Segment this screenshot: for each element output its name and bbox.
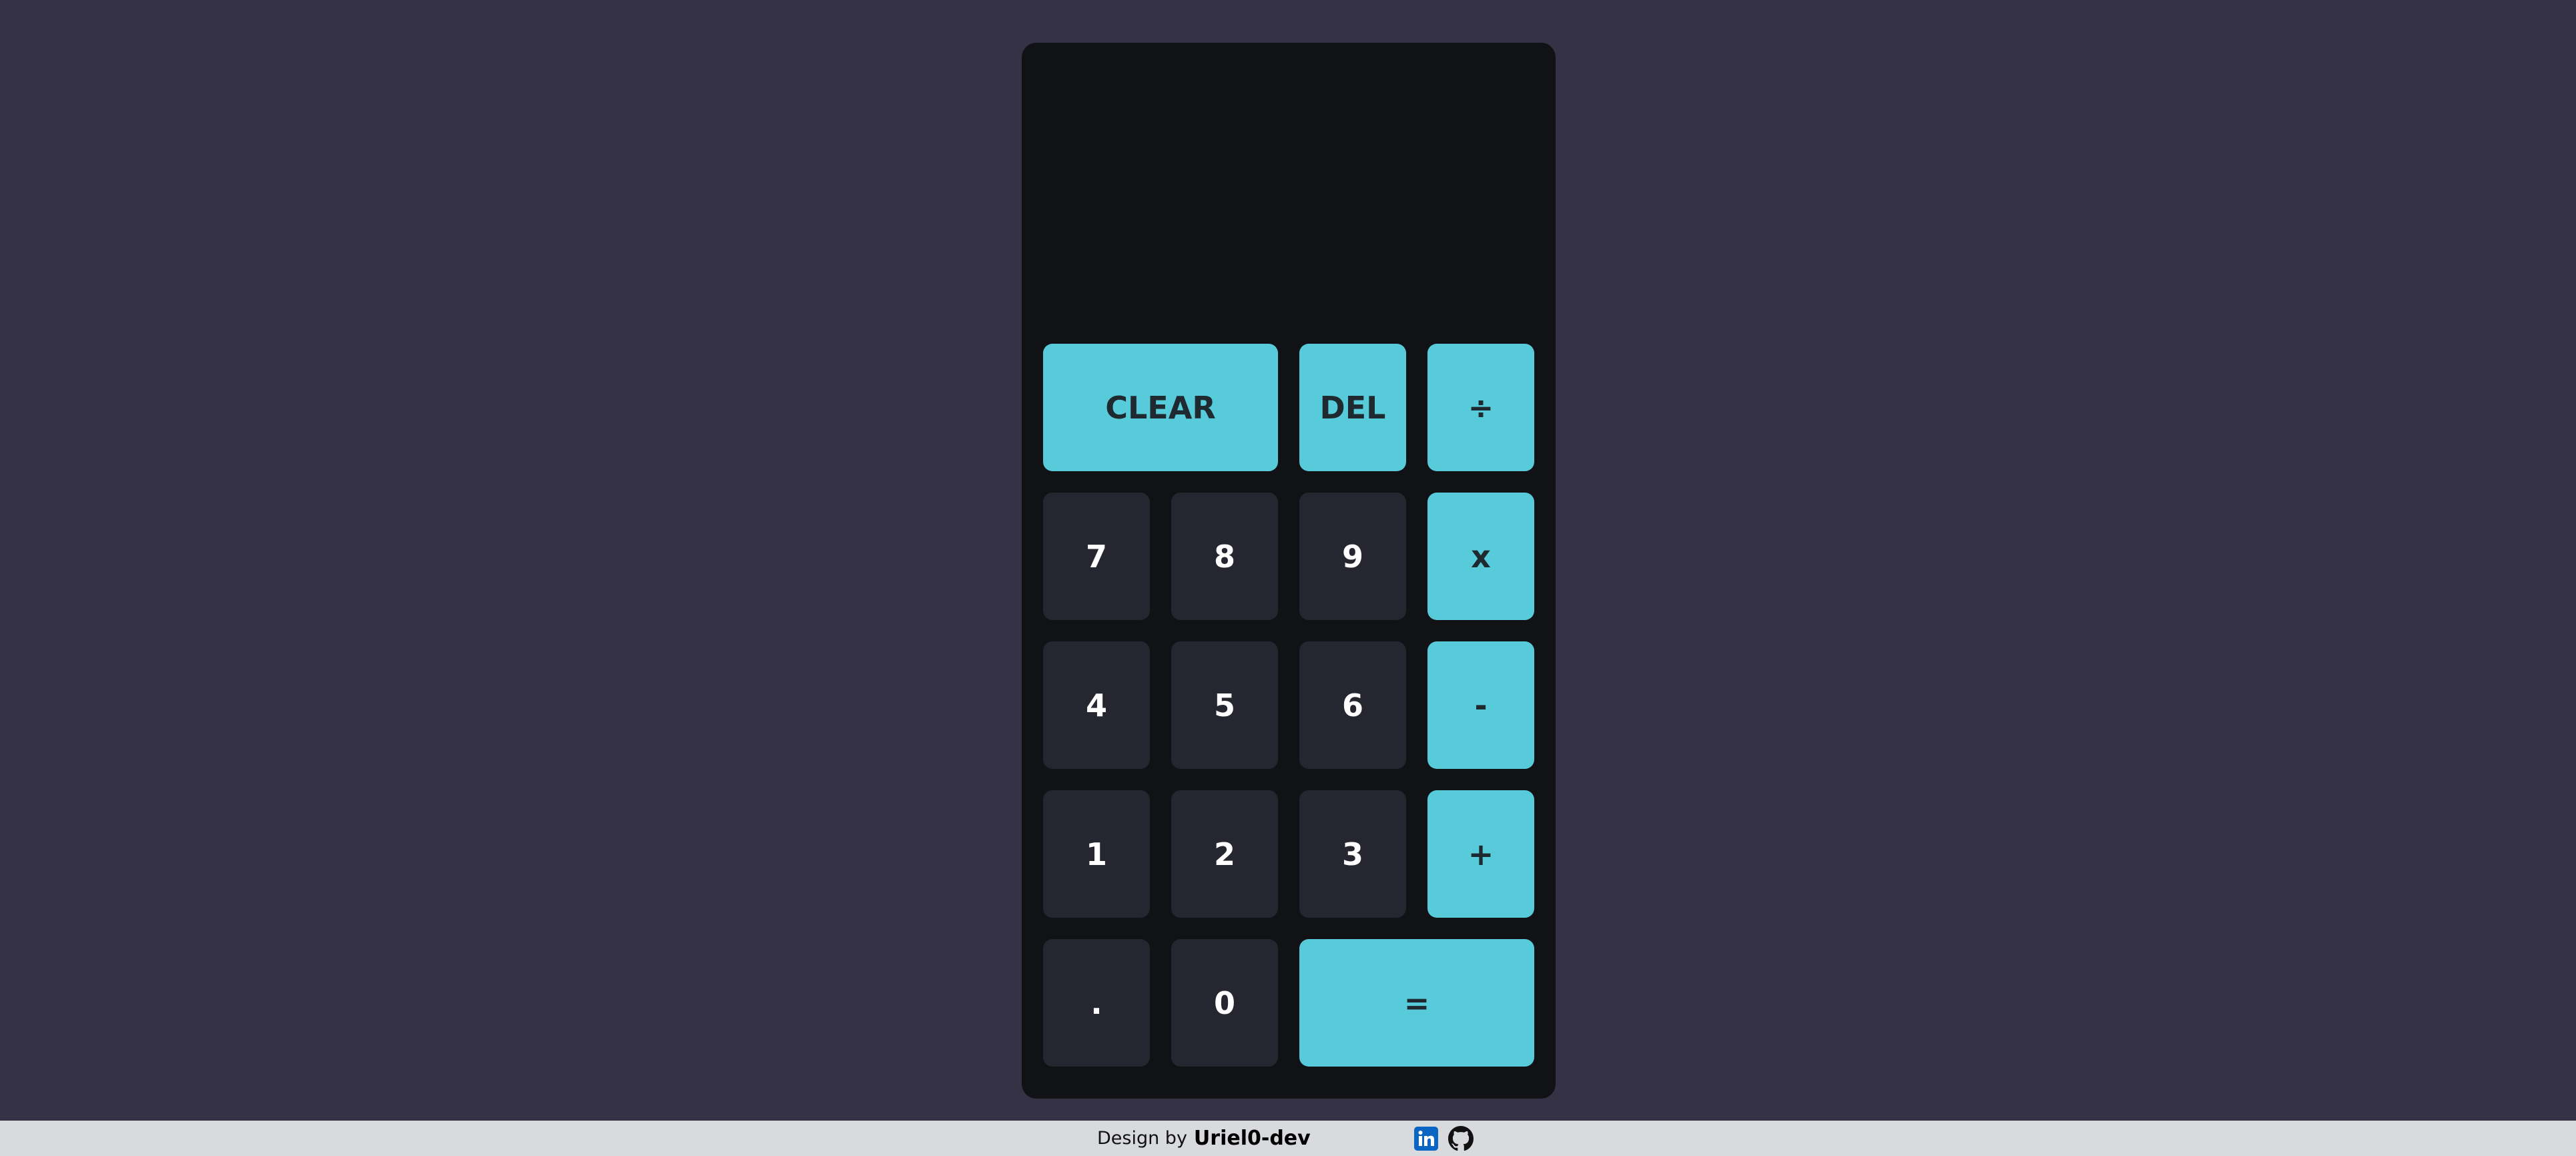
github-icon[interactable] (1448, 1126, 1474, 1151)
keypad: CLEAR DEL ÷ 7 8 9 x 4 5 6 - 1 2 3 + . 0 … (1043, 344, 1534, 1110)
clear-button[interactable]: CLEAR (1043, 344, 1278, 471)
equals-button[interactable]: = (1299, 939, 1534, 1067)
digit-1-button[interactable]: 1 (1043, 790, 1150, 918)
add-button[interactable]: + (1427, 790, 1534, 918)
delete-button[interactable]: DEL (1299, 344, 1406, 471)
decimal-point-button[interactable]: . (1043, 939, 1150, 1067)
digit-5-button[interactable]: 5 (1171, 641, 1278, 769)
linkedin-icon[interactable] (1413, 1126, 1439, 1151)
multiply-button[interactable]: x (1427, 493, 1534, 620)
digit-6-button[interactable]: 6 (1299, 641, 1406, 769)
digit-7-button[interactable]: 7 (1043, 493, 1150, 620)
calculator-display (1043, 63, 1534, 336)
digit-0-button[interactable]: 0 (1171, 939, 1278, 1067)
digit-9-button[interactable]: 9 (1299, 493, 1406, 620)
footer: Design by Uriel0-dev (0, 1121, 2576, 1156)
digit-3-button[interactable]: 3 (1299, 790, 1406, 918)
digit-2-button[interactable]: 2 (1171, 790, 1278, 918)
social-icons (1413, 1126, 1474, 1151)
design-credit: Design by Uriel0-dev (1097, 1121, 1311, 1156)
calculator: CLEAR DEL ÷ 7 8 9 x 4 5 6 - 1 2 3 + . 0 … (1022, 43, 1556, 1099)
digit-4-button[interactable]: 4 (1043, 641, 1150, 769)
subtract-button[interactable]: - (1427, 641, 1534, 769)
author-link[interactable]: Uriel0-dev (1194, 1127, 1311, 1150)
divide-button[interactable]: ÷ (1427, 344, 1534, 471)
credit-prefix: Design by (1097, 1128, 1187, 1149)
digit-8-button[interactable]: 8 (1171, 493, 1278, 620)
